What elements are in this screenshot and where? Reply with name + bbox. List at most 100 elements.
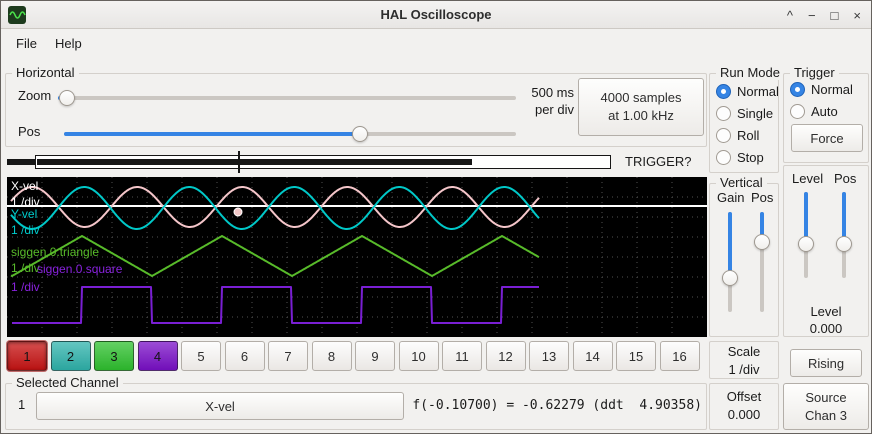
scale-box: Scale 1 /div xyxy=(709,341,779,379)
gain-slider[interactable] xyxy=(722,212,738,312)
selected-channel-name-button[interactable]: X-vel xyxy=(36,392,404,420)
trigger-mode-option-auto[interactable]: Auto xyxy=(784,100,868,122)
scope-channel-scale: 1 /div xyxy=(11,280,40,294)
channel-button-12[interactable]: 12 xyxy=(486,341,526,371)
radio-option-label: Normal xyxy=(737,84,779,99)
shade-icon[interactable]: ^ xyxy=(787,9,793,22)
vertical-pos-slider-handle[interactable] xyxy=(754,234,770,250)
channel-button-row: 12345678910111213141516 xyxy=(7,341,707,371)
trigger-position-marker xyxy=(238,151,240,173)
scope-channel-scale: 1 /div xyxy=(11,223,40,237)
time-per-div: 500 ms per div xyxy=(514,84,574,118)
maximize-icon[interactable]: □ xyxy=(831,9,839,22)
menu-help[interactable]: Help xyxy=(46,33,91,54)
slider-fill xyxy=(728,212,732,278)
radio-option-label: Auto xyxy=(811,104,838,119)
radio-option-label: Roll xyxy=(737,128,759,143)
offset-value: 0.000 xyxy=(710,406,778,424)
trigger-pos-slider[interactable] xyxy=(836,192,852,278)
channel-button-7[interactable]: 7 xyxy=(268,341,308,371)
run-mode-option-roll[interactable]: Roll xyxy=(710,124,778,146)
selected-channel-number: 1 xyxy=(18,397,25,412)
trigger-pos-label: Pos xyxy=(834,171,856,186)
scope-channel-scale: 1 /div xyxy=(11,261,40,275)
channel-button-2[interactable]: 2 xyxy=(51,341,91,371)
channel-button-16[interactable]: 16 xyxy=(660,341,700,371)
channel-readout: f(-0.10700) = -0.62279 (ddt 4.90358) xyxy=(412,398,702,413)
offset-label: Offset xyxy=(710,388,778,406)
radio-icon xyxy=(716,84,731,99)
selected-channel-section-label: Selected Channel xyxy=(12,375,123,390)
run-mode-option-stop[interactable]: Stop xyxy=(710,146,778,168)
radio-icon xyxy=(716,128,731,143)
trigger-source-button[interactable]: Source Chan 3 xyxy=(783,383,869,430)
vertical-pos-slider[interactable] xyxy=(754,212,770,312)
vertical-section: Vertical Gain Pos xyxy=(709,183,779,337)
channel-button-1[interactable]: 1 xyxy=(7,341,47,371)
record-bar: TRIGGER? xyxy=(7,151,707,173)
channel-button-13[interactable]: 13 xyxy=(529,341,569,371)
trigger-level-slider[interactable] xyxy=(798,192,814,278)
close-icon[interactable]: × xyxy=(853,9,861,22)
channel-button-14[interactable]: 14 xyxy=(573,341,613,371)
scale-label: Scale xyxy=(710,343,778,361)
channel-button-10[interactable]: 10 xyxy=(399,341,439,371)
menu-file[interactable]: File xyxy=(7,33,46,54)
scope-channel-name: siggen.0.square xyxy=(37,262,122,276)
trigger-question-label: TRIGGER? xyxy=(625,154,691,169)
window-controls: ^ − □ × xyxy=(787,1,861,29)
scope-display[interactable]: X-vel1 /divY-vel1 /divsiggen.0.triangle1… xyxy=(7,177,707,337)
horizontal-section: Horizontal Zoom 500 ms per div 4000 samp… xyxy=(5,73,707,147)
time-per-div-value: 500 ms xyxy=(514,84,574,101)
trigger-level-slider-handle[interactable] xyxy=(798,236,814,252)
radio-icon xyxy=(790,104,805,119)
zoom-label: Zoom xyxy=(18,88,51,103)
channel-button-6[interactable]: 6 xyxy=(225,341,265,371)
trigger-level-panel: Level Pos Level 0.000 xyxy=(783,165,869,337)
horizontal-section-label: Horizontal xyxy=(12,65,79,80)
channel-button-5[interactable]: 5 xyxy=(181,341,221,371)
app-window: HAL Oscilloscope ^ − □ × File Help Horiz… xyxy=(0,0,872,434)
run-mode-section-label: Run Mode xyxy=(716,65,784,80)
gain-slider-handle[interactable] xyxy=(722,270,738,286)
offset-box: Offset 0.000 xyxy=(709,383,779,430)
vertical-section-label: Vertical xyxy=(716,175,767,190)
trigger-level-readout-value: 0.000 xyxy=(784,321,868,336)
scale-value: 1 /div xyxy=(710,361,778,379)
channel-button-9[interactable]: 9 xyxy=(355,341,395,371)
minimize-icon[interactable]: − xyxy=(808,9,816,22)
titlebar[interactable]: HAL Oscilloscope ^ − □ × xyxy=(1,1,871,29)
samples-button[interactable]: 4000 samples at 1.00 kHz xyxy=(578,78,704,136)
channel-button-8[interactable]: 8 xyxy=(312,341,352,371)
pos-slider[interactable] xyxy=(64,126,516,142)
trigger-mode-option-normal[interactable]: Normal xyxy=(784,78,868,100)
menubar: File Help xyxy=(1,30,871,56)
trigger-level-readout-label: Level xyxy=(784,304,868,319)
samples-rate: at 1.00 kHz xyxy=(608,107,674,125)
channel-button-4[interactable]: 4 xyxy=(138,341,178,371)
radio-option-label: Normal xyxy=(811,82,853,97)
slider-track xyxy=(58,96,516,100)
trigger-pos-slider-handle[interactable] xyxy=(836,236,852,252)
channel-button-15[interactable]: 15 xyxy=(616,341,656,371)
time-per-div-unit: per div xyxy=(514,101,574,118)
zoom-slider[interactable] xyxy=(58,90,516,106)
pos-slider-handle[interactable] xyxy=(352,126,368,142)
zoom-slider-handle[interactable] xyxy=(59,90,75,106)
gain-label: Gain xyxy=(717,190,744,205)
slider-fill xyxy=(64,132,360,136)
channel-button-3[interactable]: 3 xyxy=(94,341,134,371)
vertical-pos-label: Pos xyxy=(751,190,773,205)
run-mode-option-single[interactable]: Single xyxy=(710,102,778,124)
run-mode-option-normal[interactable]: Normal xyxy=(710,80,778,102)
trigger-level-label: Level xyxy=(792,171,823,186)
record-window xyxy=(35,155,611,169)
run-mode-options: Normal Single Roll Stop xyxy=(710,80,778,168)
trigger-section: Trigger NormalAuto Force xyxy=(783,73,869,163)
radio-option-label: Stop xyxy=(737,150,764,165)
scope-channel-name: Y-vel xyxy=(11,207,37,221)
trigger-edge-button[interactable]: Rising xyxy=(790,349,862,377)
force-button[interactable]: Force xyxy=(791,124,863,152)
selected-channel-section: Selected Channel 1 X-vel f(-0.10700) = -… xyxy=(5,383,707,430)
channel-button-11[interactable]: 11 xyxy=(442,341,482,371)
